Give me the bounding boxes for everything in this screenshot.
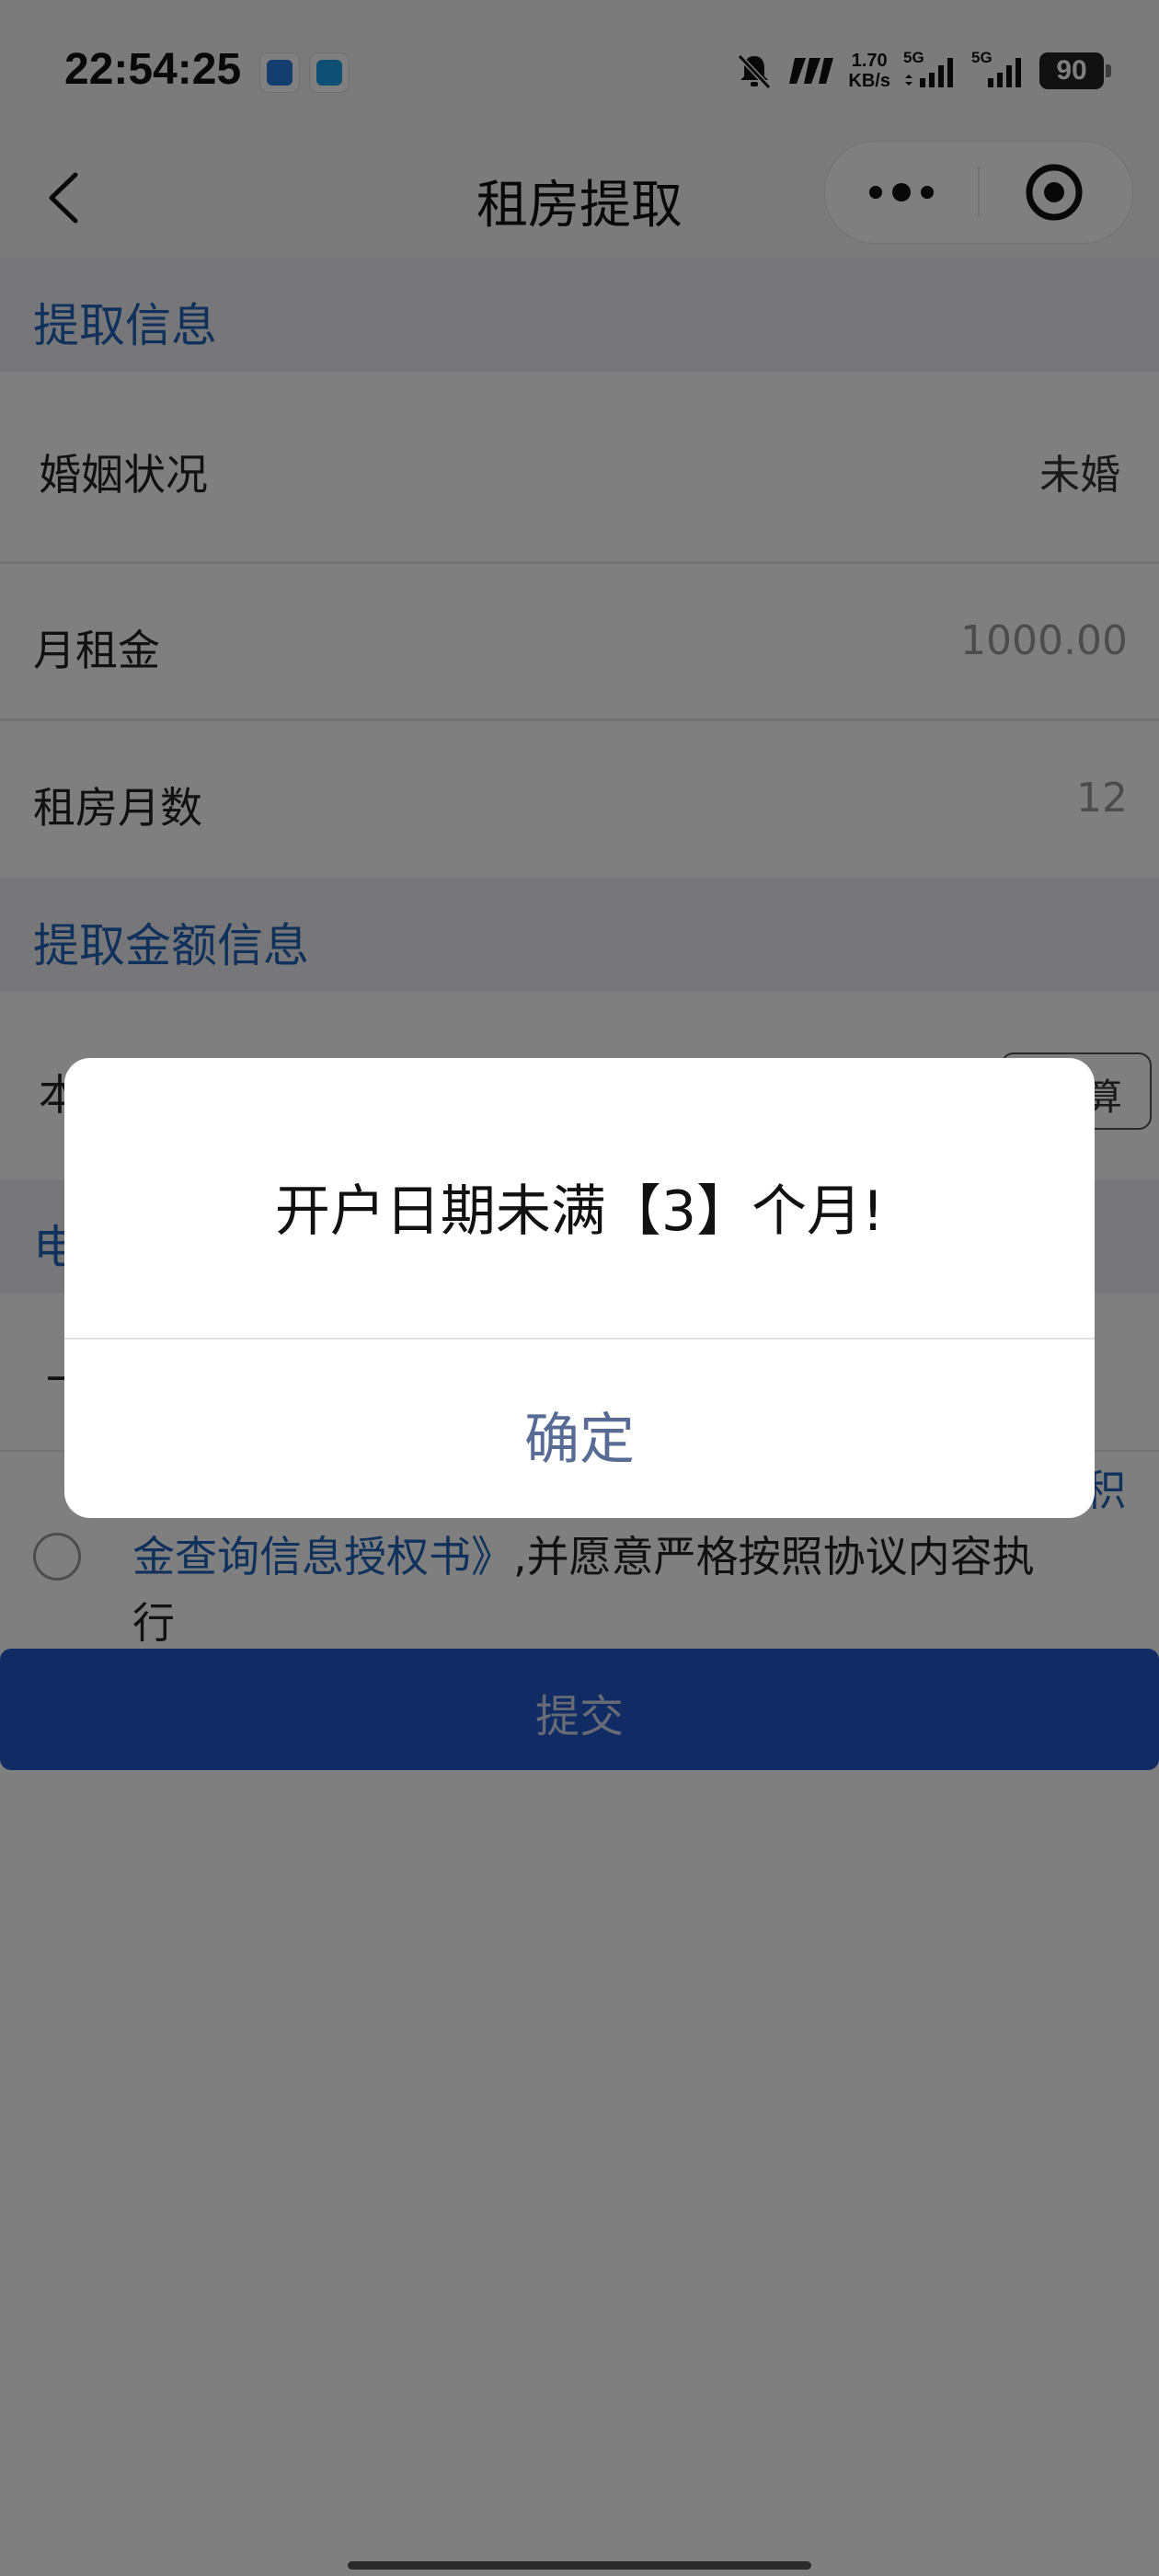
dialog-confirm-button[interactable]: 确定 (64, 1340, 1095, 1518)
alert-dialog: 开户日期未满【3】个月! 确定 (64, 1058, 1095, 1518)
dialog-confirm-label: 确定 (524, 1408, 635, 1472)
dialog-message: 开户日期未满【3】个月! (274, 1179, 885, 1244)
